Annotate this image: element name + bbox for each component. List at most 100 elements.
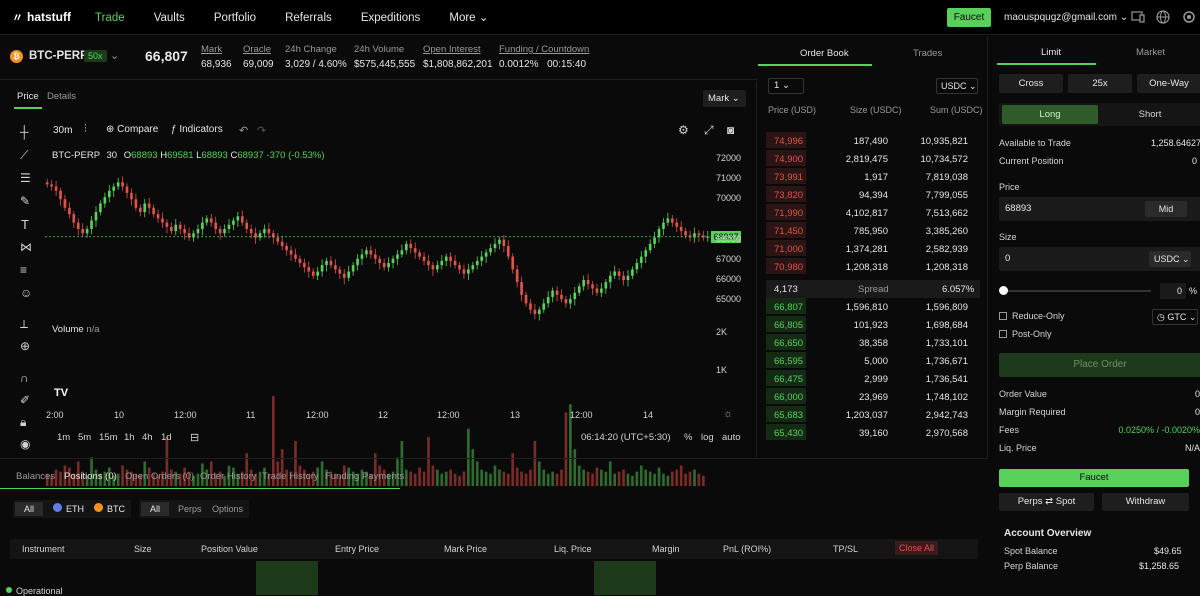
timeframe-5m[interactable]: 5m [78,432,91,443]
faucet-button[interactable]: Faucet [999,469,1189,487]
tick-size-select[interactable]: 1 ⌄ [768,78,804,94]
date-range-icon[interactable]: ⊟ [190,431,199,444]
faucet-button[interactable]: Faucet [947,8,991,27]
tab-price[interactable]: Price [17,91,39,102]
timeframe-4h[interactable]: 4h [142,432,153,443]
pattern-icon[interactable]: ⋈ [20,240,32,254]
zoom-in-icon[interactable]: ⊕ [20,339,30,353]
filter-eth[interactable]: ETH [66,504,84,514]
pencil-lock-icon[interactable]: ✐ [20,393,30,407]
post-only-checkbox[interactable] [999,330,1007,338]
filter-all-assets[interactable]: All [15,502,43,516]
perps-spot-transfer-button[interactable]: Perps ⇄ Spot [999,493,1094,511]
text-tool-icon[interactable]: T [21,217,29,232]
filter-all-types[interactable]: All [141,502,169,516]
long-button[interactable]: Long [1002,105,1098,124]
scale-auto[interactable]: auto [722,432,741,443]
slider-value-input[interactable]: 0 [1160,283,1186,299]
measure-lines-icon[interactable]: ≡ [20,263,27,277]
bid-row[interactable]: 65,683 1,203,037 2,942,743 [766,406,986,424]
compare-button[interactable]: ⊕ Compare [106,124,158,135]
indicators-button[interactable]: ƒ Indicators [171,124,223,135]
filter-btc[interactable]: BTC [107,504,125,514]
scale-percent[interactable]: % [684,432,692,443]
eye-icon[interactable]: ◉ [20,437,30,451]
bid-row[interactable]: 66,807 1,596,810 1,596,809 [766,298,986,316]
tab-trade-history[interactable]: Trade History [262,471,319,482]
mid-button[interactable]: Mid [1145,201,1187,217]
candle-type-icon[interactable]: ⫶ [84,123,87,136]
gear-icon[interactable]: ⚙ [678,123,689,137]
tab-balances[interactable]: Balances [16,471,55,482]
tab-limit[interactable]: Limit [1041,47,1061,58]
tab-order-history[interactable]: Order History [200,471,256,482]
tab-funding-payments[interactable]: Funding Payments [325,471,404,482]
globe-icon[interactable] [1156,10,1170,24]
size-slider-thumb[interactable] [999,286,1008,295]
brand[interactable]: 〃 hatstuff [0,9,95,25]
device-icon[interactable] [1131,11,1145,23]
ask-row[interactable]: 71,990 4,102,817 7,513,662 [766,204,986,222]
bid-row[interactable]: 66,595 5,000 1,736,671 [766,352,986,370]
ask-row[interactable]: 70,980 1,208,318 1,208,318 [766,258,986,276]
market-symbol[interactable]: BTC-PERP [29,50,88,62]
filter-perps[interactable]: Perps [178,504,202,514]
chevron-down-icon[interactable]: ⌄ [110,49,119,62]
ruler-icon[interactable]: ⟂ [20,317,28,332]
trend-line-icon[interactable]: ⟋ [20,148,28,163]
short-button[interactable]: Short [1102,105,1198,124]
ask-row[interactable]: 73,991 1,917 7,819,038 [766,168,986,186]
scale-log[interactable]: log [701,432,714,443]
bid-row[interactable]: 66,000 23,969 1,748,102 [766,388,986,406]
currency-select[interactable]: USDC ⌄ [936,78,978,94]
status-text[interactable]: Operational [16,586,63,596]
ask-row[interactable]: 74,996 187,490 10,935,821 [766,132,986,150]
size-slider-track[interactable] [1001,290,1151,292]
position-mode-button[interactable]: One-Way [1137,74,1200,93]
horizontal-lines-icon[interactable]: ☰ [20,171,31,185]
tab-order-book[interactable]: Order Book [800,48,849,59]
fullscreen-icon[interactable]: ⤢ [704,123,714,138]
undo-icon[interactable]: ↶ [239,124,248,137]
magnet-icon[interactable]: ∩ [20,371,29,385]
timeframe-1d[interactable]: 1d [161,432,172,443]
emoji-icon[interactable]: ☺ [20,286,32,300]
bid-row[interactable]: 66,475 2,999 1,736,541 [766,370,986,388]
bid-row[interactable]: 66,650 38,358 1,733,101 [766,334,986,352]
tab-trades[interactable]: Trades [913,48,942,59]
timeframe-1h[interactable]: 1h [124,432,135,443]
axis-settings-icon[interactable]: ☼ [723,408,733,420]
brush-icon[interactable]: ✎ [20,194,30,208]
camera-icon[interactable]: ◙ [727,123,734,137]
reduce-only-checkbox[interactable] [999,312,1007,320]
tab-positions[interactable]: Positions (0) [64,471,117,482]
bid-row[interactable]: 65,430 39,160 2,970,568 [766,424,986,442]
margin-mode-button[interactable]: Cross [999,74,1063,93]
nav-vaults[interactable]: Vaults [154,12,185,24]
time-in-force-select[interactable]: ◷ GTC ⌄ [1152,309,1198,325]
nav-trade[interactable]: Trade [95,12,125,24]
filter-options[interactable]: Options [212,504,243,514]
redo-icon[interactable]: ↷ [257,124,266,137]
nav-more[interactable]: More ⌄ [449,10,488,24]
ask-row[interactable]: 74,900 2,819,475 10,734,572 [766,150,986,168]
leverage-button[interactable]: 25x [1068,74,1132,93]
crosshair-icon[interactable]: ┼ [20,125,29,139]
close-all-button[interactable]: Close All [895,541,939,555]
ask-row[interactable]: 71,000 1,374,281 2,582,939 [766,240,986,258]
bid-row[interactable]: 66,805 101,923 1,698,684 [766,316,986,334]
place-order-button[interactable]: Place Order [999,353,1200,377]
mark-select[interactable]: Mark ⌄ [703,90,746,107]
tab-open-orders[interactable]: Open Orders (0) [125,471,194,482]
nav-expeditions[interactable]: Expeditions [361,12,420,24]
withdraw-button[interactable]: Withdraw [1102,493,1189,511]
tab-market[interactable]: Market [1136,47,1165,58]
size-currency-select[interactable]: USDC ⌄ [1149,251,1191,267]
timeframe-1m[interactable]: 1m [57,432,70,443]
account-email[interactable]: maouspqugz@gmail.com ⌄ [1004,12,1128,23]
nav-referrals[interactable]: Referrals [285,12,332,24]
interval-button[interactable]: 30m [53,125,72,136]
settings-icon[interactable] [1182,10,1196,24]
lock-icon[interactable]: 🔒︎ [20,415,26,430]
ask-row[interactable]: 71,450 785,950 3,385,260 [766,222,986,240]
